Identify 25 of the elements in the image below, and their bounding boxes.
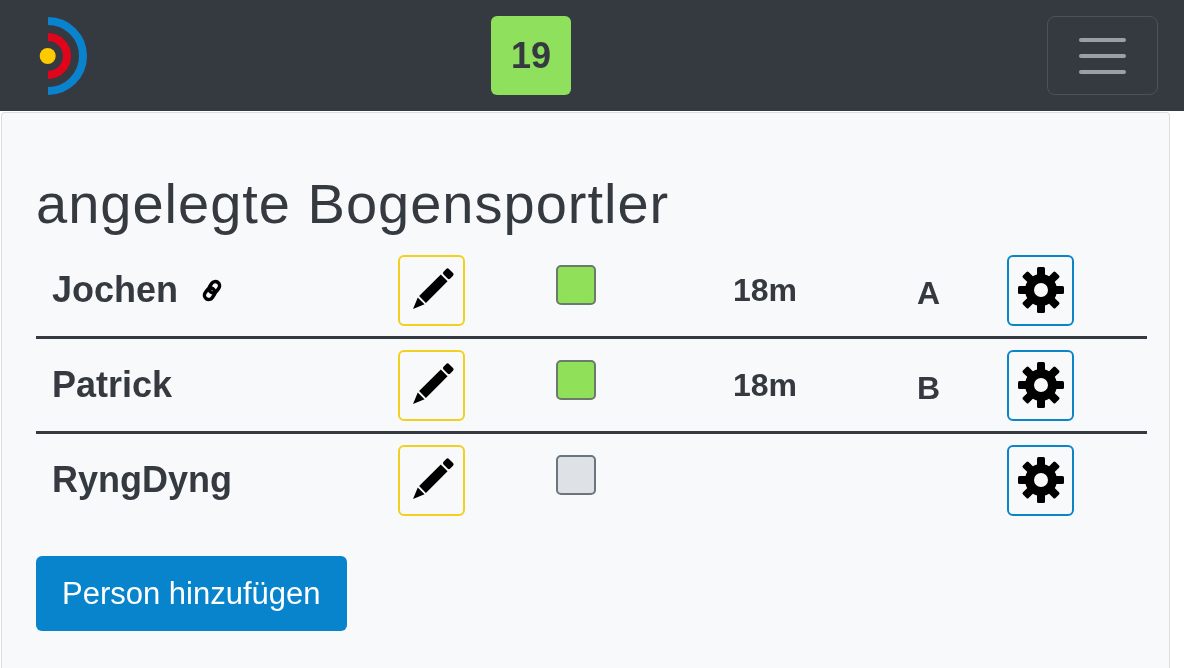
settings-button[interactable]: [1007, 254, 1074, 326]
distance-text: 18m: [733, 271, 798, 309]
edit-button[interactable]: [398, 349, 465, 421]
group-letter: A: [917, 274, 941, 312]
settings-icon: [1016, 456, 1065, 504]
settings-icon: [1016, 361, 1065, 409]
distance-text: 18m: [733, 366, 798, 404]
athlete-name: Patrick: [52, 364, 173, 406]
edit-button[interactable]: [398, 444, 465, 516]
menu-icon: [1079, 37, 1126, 74]
checkbox[interactable]: [556, 455, 596, 495]
settings-icon: [1016, 266, 1065, 314]
settings-button[interactable]: [1007, 444, 1074, 516]
page-heading: angelegte Bogensportler: [36, 171, 671, 237]
settings-button[interactable]: [1007, 349, 1074, 421]
athlete-name: Jochen: [52, 269, 179, 311]
checkbox[interactable]: [556, 265, 596, 305]
count-badge: 19: [491, 16, 571, 95]
checkbox[interactable]: [556, 360, 596, 400]
target-logo-icon[interactable]: [39, 15, 89, 96]
athlete-name: RyngDyng: [52, 459, 232, 501]
edit-button[interactable]: [398, 254, 465, 326]
add-person-button[interactable]: Person hinzufügen: [36, 556, 347, 631]
menu-button[interactable]: [1047, 16, 1158, 95]
group-letter: B: [917, 369, 941, 407]
